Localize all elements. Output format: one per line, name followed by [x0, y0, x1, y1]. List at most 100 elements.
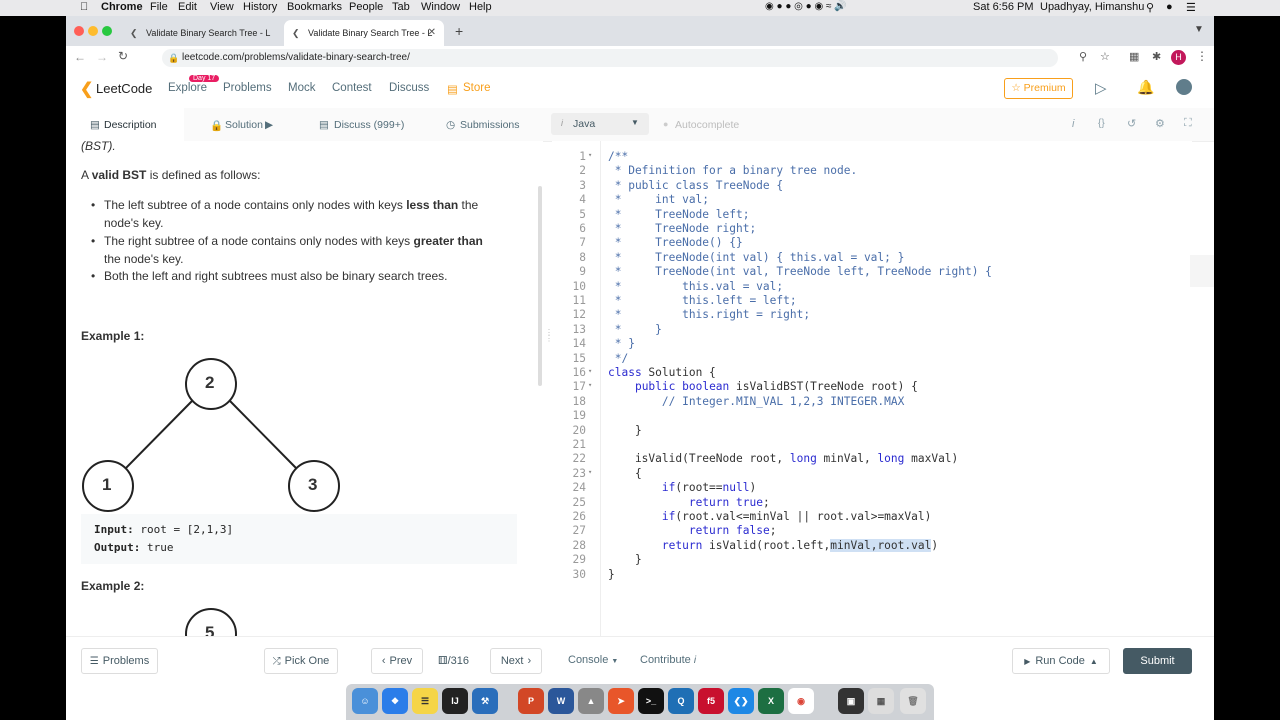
- pane-resize-handle[interactable]: ⋮ ⋮: [545, 329, 553, 370]
- code-line[interactable]: return isValid(root.left,minVal,root.val…: [608, 538, 938, 552]
- premium-button[interactable]: ☆ Premium: [1004, 78, 1073, 99]
- menu-edit[interactable]: Edit: [178, 1, 197, 13]
- reload-icon[interactable]: ↻: [118, 49, 128, 63]
- menu-help[interactable]: Help: [469, 1, 492, 13]
- profile-avatar[interactable]: H: [1171, 50, 1186, 65]
- playground-icon[interactable]: ▷: [1095, 79, 1107, 97]
- code-line[interactable]: * }: [608, 337, 635, 350]
- code-line[interactable]: * TreeNode(int val, TreeNode left, TreeN…: [608, 265, 992, 278]
- tab-submissions[interactable]: Submissions: [460, 119, 520, 131]
- code-line[interactable]: }: [608, 553, 642, 566]
- code-line[interactable]: if(root==null): [608, 481, 756, 494]
- f5-icon[interactable]: f5: [698, 688, 724, 714]
- browser-tab[interactable]: ❮ Validate Binary Search Tree - L: [122, 20, 280, 46]
- trash-icon[interactable]: 🗑: [900, 688, 926, 714]
- settings-gear-icon[interactable]: ⚙: [1155, 117, 1165, 130]
- code-line[interactable]: * this.left = left;: [608, 294, 797, 307]
- code-line[interactable]: * this.val = val;: [608, 280, 783, 293]
- code-line[interactable]: * TreeNode left;: [608, 208, 750, 221]
- code-line[interactable]: * TreeNode(int val) { this.val = val; }: [608, 251, 905, 264]
- side-panel-tab[interactable]: [1190, 255, 1214, 287]
- fullscreen-icon[interactable]: ⛶: [1184, 117, 1192, 130]
- extension-icon[interactable]: ▦: [1129, 50, 1139, 63]
- code-line[interactable]: */: [608, 352, 628, 365]
- notification-bell-icon[interactable]: 🔔: [1137, 79, 1154, 96]
- reset-icon[interactable]: ↺: [1127, 117, 1136, 130]
- globe-icon[interactable]: Q: [668, 688, 694, 714]
- word-icon[interactable]: W: [548, 688, 574, 714]
- xcode-icon[interactable]: ⚒: [472, 688, 498, 714]
- leetcode-logo-text[interactable]: LeetCode: [96, 81, 152, 96]
- nav-contest[interactable]: Contest: [332, 82, 372, 94]
- intellij-icon[interactable]: IJ: [442, 688, 468, 714]
- next-button[interactable]: Next ›: [490, 648, 542, 674]
- window-minimize-button[interactable]: [88, 26, 98, 36]
- siri-icon[interactable]: ●: [1166, 1, 1173, 13]
- menu-bookmarks[interactable]: Bookmarks: [287, 1, 342, 13]
- fold-chevron-icon[interactable]: ▾: [588, 468, 592, 476]
- code-line[interactable]: * TreeNode right;: [608, 222, 756, 235]
- nav-discuss[interactable]: Discuss: [389, 82, 429, 94]
- code-line[interactable]: /**: [608, 150, 628, 163]
- chrome-icon[interactable]: ◉: [788, 688, 814, 714]
- chrome-menu-icon[interactable]: ⋮: [1196, 49, 1208, 63]
- safari-icon[interactable]: ❖: [382, 688, 408, 714]
- code-line[interactable]: }: [608, 568, 615, 581]
- problems-button[interactable]: ☰ Problems: [81, 648, 158, 674]
- new-tab-button[interactable]: +: [455, 23, 463, 39]
- spotlight-icon[interactable]: ⚲: [1146, 1, 1154, 14]
- tab-discuss[interactable]: Discuss (999+): [334, 119, 404, 131]
- submit-button[interactable]: Submit: [1123, 648, 1192, 674]
- run-code-button[interactable]: ▶ Run Code ▲: [1012, 648, 1110, 674]
- rocket-icon[interactable]: ▲: [578, 688, 604, 714]
- fold-chevron-icon[interactable]: ▾: [588, 151, 592, 159]
- code-line[interactable]: isValid(TreeNode root, long minVal, long…: [608, 452, 958, 465]
- finder-icon[interactable]: ☺: [352, 688, 378, 714]
- code-line[interactable]: return true;: [608, 496, 770, 509]
- menubar-user[interactable]: Upadhyay, Himanshu: [1040, 1, 1144, 13]
- control-center-icon[interactable]: ☰: [1186, 1, 1196, 14]
- tab-close-icon[interactable]: ✕: [428, 27, 436, 38]
- menu-window[interactable]: Window: [421, 1, 460, 13]
- code-line[interactable]: * Definition for a binary tree node.: [608, 164, 857, 177]
- user-avatar-icon[interactable]: [1176, 79, 1192, 95]
- menu-view[interactable]: View: [210, 1, 234, 13]
- nav-store[interactable]: Store: [463, 82, 491, 94]
- code-line[interactable]: {: [608, 467, 642, 480]
- code-line[interactable]: * int val;: [608, 193, 709, 206]
- code-editor[interactable]: 1 ▾/** 2 * Definition for a binary tree no…: [552, 141, 1192, 636]
- code-line[interactable]: * this.right = right;: [608, 308, 810, 321]
- nav-explore[interactable]: Explore: [168, 82, 207, 94]
- autocomplete-label[interactable]: Autocomplete: [675, 119, 739, 131]
- forward-icon[interactable]: →: [96, 50, 108, 64]
- description-scrollbar[interactable]: [538, 186, 542, 386]
- excel-icon[interactable]: X: [758, 688, 784, 714]
- code-line[interactable]: * TreeNode() {}: [608, 236, 743, 249]
- terminal-icon[interactable]: >_: [638, 688, 664, 714]
- window-close-button[interactable]: [74, 26, 84, 36]
- menubar-app-name[interactable]: Chrome: [101, 1, 143, 13]
- notes-icon[interactable]: ☰: [412, 688, 438, 714]
- prev-button[interactable]: ‹ Prev: [371, 648, 423, 674]
- browser-tab-active[interactable]: ❮ Validate Binary Search Tree - L ✕: [284, 20, 444, 46]
- menu-file[interactable]: File: [150, 1, 168, 13]
- info-icon[interactable]: i: [1072, 118, 1074, 130]
- nav-mock[interactable]: Mock: [288, 82, 315, 94]
- zoom-icon[interactable]: ⚲: [1079, 50, 1087, 63]
- code-line[interactable]: class Solution {: [608, 366, 716, 379]
- fold-chevron-icon[interactable]: ▾: [588, 367, 592, 375]
- window-zoom-button[interactable]: [102, 26, 112, 36]
- code-line[interactable]: * public class TreeNode {: [608, 179, 783, 192]
- code-line[interactable]: * }: [608, 323, 662, 336]
- extensions-puzzle-icon[interactable]: ✱: [1152, 50, 1161, 63]
- menu-history[interactable]: History: [243, 1, 277, 13]
- braces-icon[interactable]: {}: [1098, 118, 1105, 129]
- code-line[interactable]: if(root.val<=minVal || root.val>=maxVal): [608, 510, 931, 523]
- pick-one-button[interactable]: ⤮ Pick One: [264, 648, 338, 674]
- back-icon[interactable]: ←: [74, 50, 86, 64]
- nav-problems[interactable]: Problems: [223, 82, 272, 94]
- preview-icon[interactable]: ▦: [868, 688, 894, 714]
- leetcode-logo-icon[interactable]: ❮: [80, 79, 93, 99]
- language-select[interactable]: i Java ▼: [551, 113, 649, 135]
- code-line[interactable]: // Integer.MIN_VAL 1,2,3 INTEGER.MAX: [608, 395, 905, 408]
